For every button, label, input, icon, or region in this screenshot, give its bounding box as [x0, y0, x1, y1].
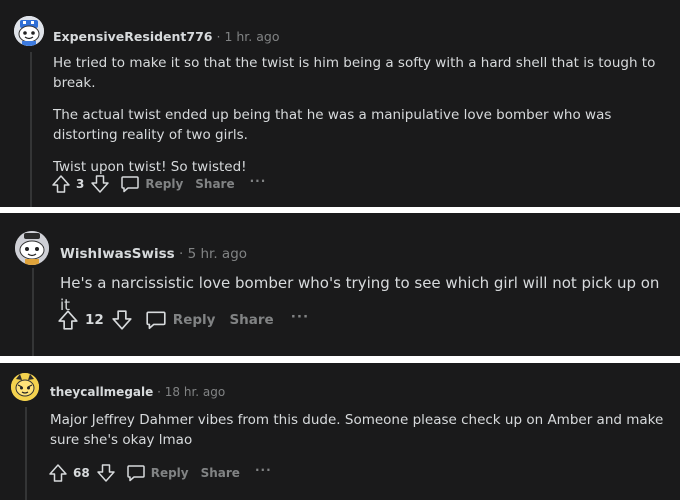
more-options-icon[interactable]: ···: [291, 309, 309, 325]
downvote-icon[interactable]: [96, 463, 116, 483]
timestamp[interactable]: 5 hr. ago: [188, 246, 247, 262]
avatar[interactable]: [14, 16, 44, 46]
reply-label: Reply: [172, 312, 216, 328]
vote-score: 68: [73, 466, 90, 480]
share-button[interactable]: Share: [229, 312, 273, 328]
username-link[interactable]: ExpensiveResident776: [53, 29, 213, 44]
username-link[interactable]: WishIwasSwiss: [60, 246, 175, 262]
comment-card: WishIwasSwiss · 5 hr. ago He's a narciss…: [0, 213, 680, 356]
comment-actions: 3 Reply Share ···: [51, 174, 266, 194]
meta-separator: ·: [157, 385, 161, 399]
upvote-icon[interactable]: [48, 463, 68, 483]
reply-button[interactable]: Reply: [145, 309, 216, 331]
comment-card: theycallmegale · 18 hr. ago Major Jeffre…: [0, 363, 680, 500]
comment-body: Major Jeffrey Dahmer vibes from this dud…: [50, 411, 675, 450]
snoo-avatar-icon: [15, 231, 49, 265]
snoo-avatar-icon: [14, 16, 44, 46]
comment-paragraph: Major Jeffrey Dahmer vibes from this dud…: [50, 412, 664, 448]
comment-paragraph: The actual twist ended up being that he …: [53, 107, 612, 143]
comment-bubble-icon: [126, 465, 145, 482]
snoo-avatar-icon: [11, 373, 39, 401]
comment-paragraph: He tried to make it so that the twist is…: [53, 55, 656, 91]
thread-line[interactable]: [32, 268, 34, 356]
reply-label: Reply: [145, 177, 184, 191]
vote-score: 12: [85, 312, 104, 328]
meta-separator: ·: [179, 246, 184, 262]
comment-meta: theycallmegale · 18 hr. ago: [50, 385, 225, 399]
comment-body: He tried to make it so that the twist is…: [53, 54, 673, 191]
comment-bubble-icon: [121, 176, 140, 193]
share-button[interactable]: Share: [201, 466, 240, 480]
downvote-icon[interactable]: [90, 174, 110, 194]
comment-bubble-icon: [146, 311, 166, 330]
thread-line[interactable]: [25, 407, 27, 500]
timestamp[interactable]: 1 hr. ago: [224, 29, 279, 44]
reply-button[interactable]: Reply: [120, 174, 183, 194]
meta-separator: ·: [216, 29, 221, 44]
comment-meta: WishIwasSwiss · 5 hr. ago: [60, 246, 247, 262]
username-link[interactable]: theycallmegale: [50, 385, 153, 399]
thread-line[interactable]: [30, 52, 32, 207]
more-options-icon[interactable]: ···: [255, 463, 272, 477]
comment-actions: 68 Reply Share ···: [48, 463, 272, 483]
more-options-icon[interactable]: ···: [250, 174, 267, 188]
upvote-icon[interactable]: [51, 174, 71, 194]
upvote-icon[interactable]: [57, 309, 79, 331]
reply-button[interactable]: Reply: [126, 463, 189, 483]
reply-label: Reply: [150, 466, 189, 480]
comment-card: ExpensiveResident776 · 1 hr. ago He trie…: [0, 0, 680, 207]
avatar[interactable]: [11, 373, 39, 401]
timestamp[interactable]: 18 hr. ago: [165, 385, 225, 399]
vote-score: 3: [76, 177, 85, 191]
avatar[interactable]: [15, 231, 49, 265]
downvote-icon[interactable]: [111, 309, 133, 331]
comment-meta: ExpensiveResident776 · 1 hr. ago: [53, 29, 279, 44]
share-button[interactable]: Share: [195, 177, 234, 191]
comment-actions: 12 Reply Share ···: [57, 309, 309, 331]
